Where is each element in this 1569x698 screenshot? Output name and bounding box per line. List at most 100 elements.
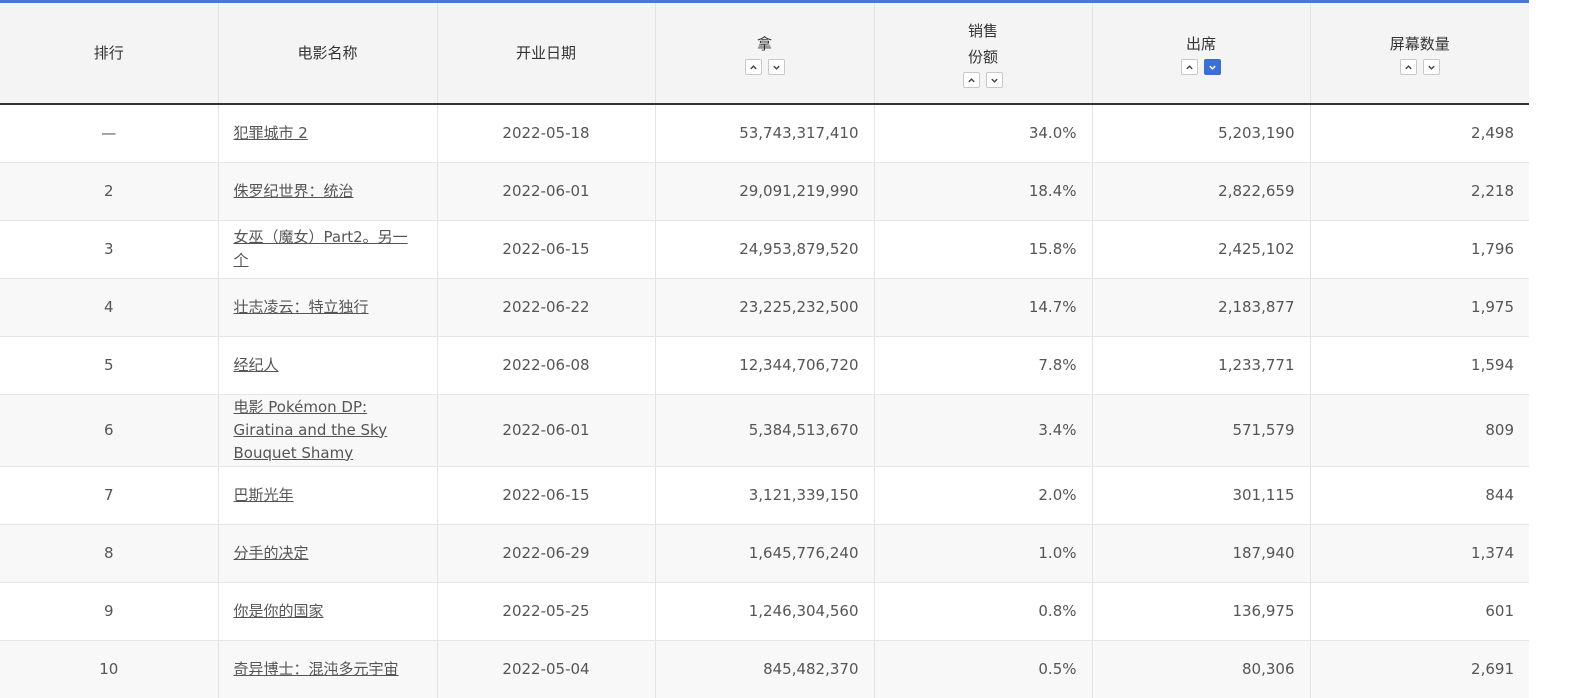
table-row: 2 侏罗纪世界：统治 2022-06-01 29,091,219,990 18.… [0, 162, 1529, 221]
revenue-cell: 24,953,879,520 [654, 220, 874, 279]
screens-sort-desc-button[interactable] [1422, 59, 1440, 75]
share-cell: 34.0% [873, 104, 1092, 163]
attendance-sort-asc-button[interactable] [1181, 59, 1198, 75]
table-row: 9 你是你的国家 2022-05-25 1,246,304,560 0.8% 1… [0, 582, 1529, 641]
movie-title-link[interactable]: 犯罪城市 2 [234, 124, 308, 142]
header-screens: 屏幕数量 [1309, 3, 1530, 105]
revenue-cell: 3,121,339,150 [654, 466, 874, 525]
share-cell: 0.8% [873, 582, 1092, 641]
open-date-cell: 2022-06-01 [436, 162, 655, 221]
header-title-label: 电影名称 [297, 44, 358, 62]
table-row: — 犯罪城市 2 2022-05-18 53,743,317,410 34.0%… [0, 104, 1529, 163]
share-cell: 2.0% [873, 466, 1092, 525]
attendance-sort-desc-button[interactable] [1204, 59, 1221, 75]
revenue-cell: 23,225,232,500 [654, 278, 874, 337]
chevron-up-icon [1405, 64, 1412, 69]
share-sort-asc-button[interactable] [963, 72, 980, 88]
table-row: 8 分手的决定 2022-06-29 1,645,776,240 1.0% 18… [0, 524, 1529, 583]
revenue-cell: 5,384,513,670 [654, 394, 874, 467]
revenue-sort-desc-button[interactable] [767, 59, 785, 75]
attendance-cell: 1,233,771 [1091, 336, 1310, 395]
title-cell: 奇异博士：混沌多元宇宙 [217, 640, 437, 698]
title-cell: 经纪人 [217, 336, 437, 395]
movie-title-link[interactable]: 分手的决定 [234, 544, 309, 562]
attendance-cell: 136,975 [1091, 582, 1310, 641]
rank-cell: 7 [0, 466, 218, 525]
movie-title-link[interactable]: 电影 Pokémon DP: Giratina and the Sky Bouq… [234, 398, 388, 462]
attendance-cell: 2,822,659 [1091, 162, 1310, 221]
rank-cell: 6 [0, 394, 218, 467]
screens-cell: 601 [1309, 582, 1529, 641]
table-row: 3 女巫（魔女）Part2。另一个 2022-06-15 24,953,879,… [0, 220, 1529, 279]
rank-cell: 4 [0, 278, 218, 337]
attendance-cell: 571,579 [1091, 394, 1310, 467]
movie-title-link[interactable]: 壮志凌云：特立独行 [234, 298, 369, 316]
movie-title-link[interactable]: 你是你的国家 [234, 602, 324, 620]
share-cell: 15.8% [873, 220, 1092, 279]
share-sort-controls [875, 72, 1092, 88]
open-date-cell: 2022-06-29 [436, 524, 655, 583]
screens-cell: 1,594 [1309, 336, 1529, 395]
header-attendance-label: 出席 [1185, 35, 1216, 53]
rank-cell: 9 [0, 582, 218, 641]
table-row: 5 经纪人 2022-06-08 12,344,706,720 7.8% 1,2… [0, 336, 1529, 395]
open-date-cell: 2022-05-25 [436, 582, 655, 641]
screens-sort-asc-button[interactable] [1399, 59, 1417, 75]
chevron-up-icon [749, 64, 757, 69]
title-cell: 侏罗纪世界：统治 [217, 162, 437, 221]
screens-cell: 1,975 [1309, 278, 1529, 337]
rank-cell: 2 [0, 162, 218, 221]
chevron-up-icon [1186, 64, 1193, 69]
title-cell: 巴斯光年 [217, 466, 437, 525]
header-rank: 排行 [0, 3, 218, 105]
header-revenue-label: 拿 [756, 35, 772, 53]
movie-title-link[interactable]: 侏罗纪世界：统治 [234, 182, 354, 200]
revenue-cell: 1,645,776,240 [654, 524, 874, 583]
attendance-cell: 187,940 [1091, 524, 1310, 583]
movie-title-link[interactable]: 巴斯光年 [234, 486, 294, 504]
open-date-cell: 2022-05-04 [436, 640, 655, 698]
revenue-cell: 12,344,706,720 [654, 336, 874, 395]
open-date-cell: 2022-05-18 [436, 104, 655, 163]
chevron-down-icon [991, 78, 998, 83]
share-cell: 0.5% [873, 640, 1092, 698]
rank-cell: 5 [0, 336, 218, 395]
revenue-cell: 29,091,219,990 [654, 162, 874, 221]
header-open-date: 开业日期 [436, 3, 655, 105]
attendance-cell: 5,203,190 [1091, 104, 1310, 163]
header-share: 销售 份额 [873, 3, 1092, 105]
screens-cell: 2,218 [1309, 162, 1529, 221]
box-office-table-container: 排行 电影名称 开业日期 拿 销售 份额 出席 屏幕数量 — 犯罪城市 2 20… [0, 0, 1529, 698]
rank-cell: 10 [0, 640, 218, 698]
screens-cell: 1,374 [1309, 524, 1529, 583]
table-row: 6 电影 Pokémon DP: Giratina and the Sky Bo… [0, 394, 1529, 467]
table-row: 4 壮志凌云：特立独行 2022-06-22 23,225,232,500 14… [0, 278, 1529, 337]
share-cell: 7.8% [873, 336, 1092, 395]
screens-cell: 809 [1309, 394, 1529, 467]
screens-cell: 1,796 [1309, 220, 1529, 279]
attendance-cell: 80,306 [1091, 640, 1310, 698]
table-header: 排行 电影名称 开业日期 拿 销售 份额 出席 屏幕数量 [0, 3, 1530, 105]
header-share-label-line1: 销售 [967, 22, 998, 40]
header-attendance: 出席 [1091, 3, 1310, 105]
revenue-sort-asc-button[interactable] [744, 59, 762, 75]
header-revenue: 拿 [654, 3, 874, 105]
movie-title-link[interactable]: 奇异博士：混沌多元宇宙 [234, 660, 399, 678]
movie-title-link[interactable]: 经纪人 [234, 356, 279, 374]
attendance-cell: 2,183,877 [1091, 278, 1310, 337]
header-title: 电影名称 [217, 3, 437, 105]
table-row: 7 巴斯光年 2022-06-15 3,121,339,150 2.0% 301… [0, 466, 1529, 525]
title-cell: 你是你的国家 [217, 582, 437, 641]
revenue-sort-controls [656, 59, 874, 75]
revenue-cell: 53,743,317,410 [654, 104, 874, 163]
screens-sort-controls [1311, 59, 1530, 75]
share-cell: 14.7% [873, 278, 1092, 337]
movie-title-link[interactable]: 女巫（魔女）Part2。另一个 [234, 228, 408, 269]
chevron-down-icon [772, 65, 780, 70]
share-cell: 3.4% [873, 394, 1092, 467]
header-screens-label: 屏幕数量 [1389, 35, 1450, 53]
open-date-cell: 2022-06-01 [436, 394, 655, 467]
share-sort-desc-button[interactable] [986, 72, 1003, 88]
open-date-cell: 2022-06-08 [436, 336, 655, 395]
title-cell: 分手的决定 [217, 524, 437, 583]
